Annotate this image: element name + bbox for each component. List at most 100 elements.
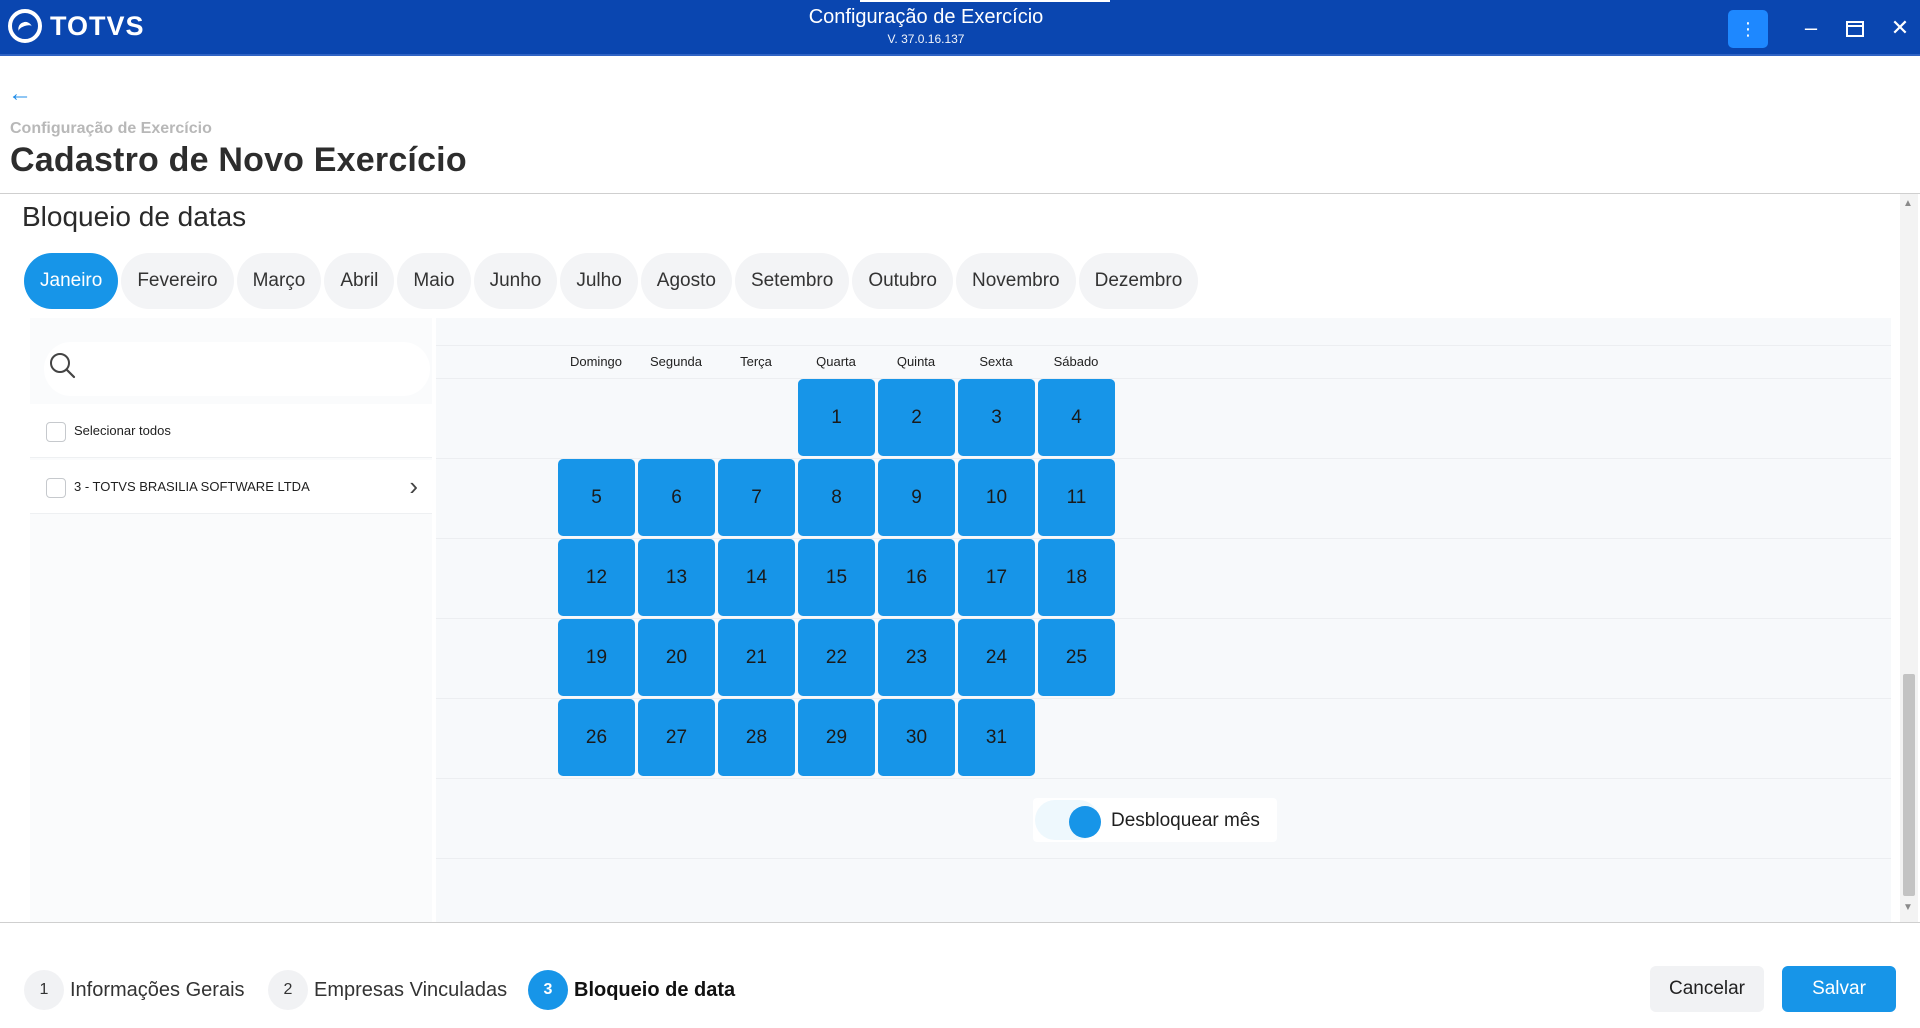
company-label: 3 - TOTVS BRASILIA SOFTWARE LTDA (74, 479, 310, 494)
calendar-day[interactable]: 17 (958, 539, 1035, 616)
tab-month[interactable]: Janeiro (24, 253, 119, 309)
tab-month[interactable]: Agosto (640, 253, 732, 309)
section-title: Bloqueio de datas (22, 201, 247, 232)
select-all-label: Selecionar todos (74, 423, 171, 438)
calendar-day[interactable]: 6 (638, 459, 715, 536)
tab-month[interactable]: Outubro (852, 253, 953, 309)
breadcrumb[interactable]: Configuração de Exercício (10, 120, 212, 138)
toggle-track[interactable] (1035, 800, 1101, 840)
tab-month[interactable]: Novembro (955, 253, 1076, 309)
weekday-label: Quarta (816, 354, 856, 369)
calendar-day[interactable]: 9 (878, 459, 955, 536)
company-panel: Selecionar todos 3 - TOTVS BRASILIA SOFT… (30, 318, 432, 922)
tab-month[interactable]: Fevereiro (121, 253, 234, 309)
app-version: V. 37.0.16.137 (887, 32, 965, 46)
calendar-row-line (436, 858, 1891, 859)
weekday-label: Sábado (1053, 354, 1099, 369)
step-label: Bloqueio de data (574, 978, 736, 1001)
calendar-day[interactable]: 15 (798, 539, 875, 616)
step-number: 1 (24, 970, 64, 1010)
calendar-day[interactable]: 7 (718, 459, 795, 536)
calendar-day[interactable]: 23 (878, 619, 955, 696)
chevron-right-icon[interactable]: › (409, 471, 418, 502)
weekday-label: Domingo (569, 354, 623, 369)
calendar-row-line (436, 378, 1891, 379)
search-icon (50, 353, 76, 379)
calendar-row-line (436, 345, 1891, 346)
header-divider (0, 193, 1920, 194)
scroll-down-icon[interactable]: ▼ (1903, 902, 1913, 913)
calendar-row-line (436, 778, 1891, 779)
tab-month[interactable]: Maio (397, 253, 471, 309)
unlock-month-toggle[interactable]: Desbloquear mês (1033, 798, 1277, 842)
save-button[interactable]: Salvar (1782, 966, 1896, 1012)
calendar-day[interactable]: 11 (1038, 459, 1115, 536)
calendar-day[interactable]: 5 (558, 459, 635, 536)
company-checkbox[interactable] (46, 478, 66, 498)
scroll-up-icon[interactable]: ▲ (1903, 198, 1913, 209)
tab-month[interactable]: Março (236, 253, 322, 309)
calendar-day[interactable]: 27 (638, 699, 715, 776)
unlock-month-label: Desbloquear mês (1111, 810, 1260, 831)
calendar-day[interactable]: 16 (878, 539, 955, 616)
back-button[interactable]: ← (8, 80, 32, 108)
calendar-day[interactable]: 25 (1038, 619, 1115, 696)
weekday-label: Quinta (896, 354, 936, 369)
tab-month[interactable]: Abril (324, 253, 395, 309)
calendar-day[interactable]: 4 (1038, 379, 1115, 456)
footer-divider (0, 922, 1920, 923)
calendar-day[interactable]: 12 (558, 539, 635, 616)
tab-month[interactable]: Julho (560, 253, 638, 309)
step-2[interactable]: 2 Empresas Vinculadas (268, 970, 507, 1010)
vertical-scrollbar[interactable]: ▲ ▼ (1900, 194, 1918, 922)
calendar-day[interactable]: 3 (958, 379, 1035, 456)
calendar-day[interactable]: 14 (718, 539, 795, 616)
calendar-day[interactable]: 2 (878, 379, 955, 456)
select-all-checkbox[interactable] (46, 422, 66, 442)
maximize-icon (1846, 21, 1864, 37)
window-title: Configuração de Exercício (808, 6, 1044, 28)
calendar-day[interactable]: 30 (878, 699, 955, 776)
select-all-row[interactable]: Selecionar todos (30, 404, 432, 458)
list-item[interactable]: 3 - TOTVS BRASILIA SOFTWARE LTDA › (30, 460, 432, 514)
toggle-knob[interactable] (1069, 806, 1101, 838)
tab-month[interactable]: Junho (473, 253, 558, 309)
weekday-label: Sexta (979, 354, 1013, 369)
kebab-menu-button[interactable]: ⋮ (1728, 10, 1768, 48)
title-bar: TOTVS Configuração de Exercício V. 37.0.… (0, 0, 1920, 56)
tab-month[interactable]: Setembro (734, 253, 850, 309)
title-bar-accent-line (860, 0, 1110, 2)
cancel-button[interactable]: Cancelar (1650, 966, 1764, 1012)
weekday-label: Segunda (649, 354, 703, 369)
calendar-day[interactable]: 24 (958, 619, 1035, 696)
month-tabs: Janeiro Fevereiro Março Abril Maio Junho Julho… (24, 253, 1199, 309)
company-search-input[interactable] (44, 342, 430, 396)
calendar-day[interactable]: 1 (798, 379, 875, 456)
step-label: Empresas Vinculadas (314, 978, 508, 1001)
step-number: 2 (268, 970, 308, 1010)
calendar-day[interactable]: 8 (798, 459, 875, 536)
calendar-day[interactable]: 28 (718, 699, 795, 776)
minimize-icon: – (1804, 15, 1818, 40)
calendar-day[interactable]: 10 (958, 459, 1035, 536)
calendar-day[interactable]: 31 (958, 699, 1035, 776)
calendar-day[interactable]: 20 (638, 619, 715, 696)
minimize-button[interactable]: – (1796, 14, 1826, 44)
close-window-button[interactable]: ✕ (1885, 14, 1915, 44)
calendar-day[interactable]: 26 (558, 699, 635, 776)
step-label: Informações Gerais (70, 978, 245, 1001)
calendar-day[interactable]: 22 (798, 619, 875, 696)
scroll-thumb[interactable] (1903, 674, 1915, 896)
close-icon: ✕ (1890, 15, 1910, 40)
calendar-day[interactable]: 18 (1038, 539, 1115, 616)
step-1[interactable]: 1 Informações Gerais (24, 970, 245, 1010)
tab-month[interactable]: Dezembro (1078, 253, 1199, 309)
step-3[interactable]: 3 Bloqueio de data (528, 970, 735, 1010)
calendar-day[interactable]: 19 (558, 619, 635, 696)
calendar-day[interactable]: 13 (638, 539, 715, 616)
calendar-day[interactable]: 29 (798, 699, 875, 776)
page-title: Cadastro de Novo Exercício (10, 141, 467, 179)
arrow-left-icon: ← (8, 80, 32, 107)
maximize-button[interactable] (1840, 14, 1870, 44)
calendar-day[interactable]: 21 (718, 619, 795, 696)
